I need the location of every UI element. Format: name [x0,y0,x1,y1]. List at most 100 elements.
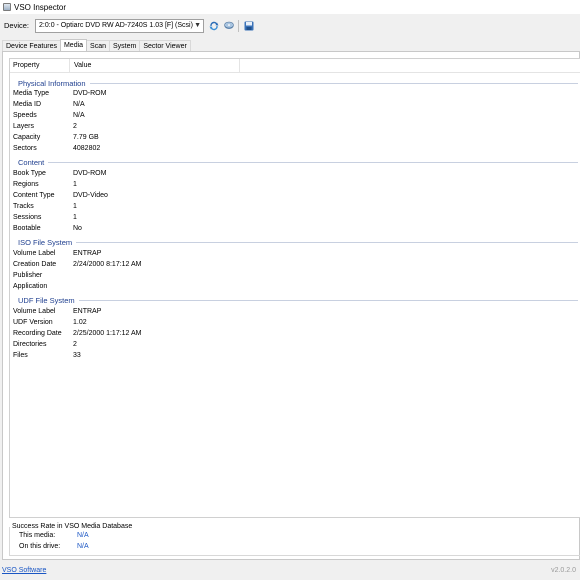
property-value: N/A [73,112,85,119]
eject-icon [223,21,234,29]
property-value: No [73,225,82,232]
property-name: Bootable [13,225,41,232]
tab-device-features[interactable]: Device Features [2,40,61,51]
column-header-value[interactable]: Value [70,59,240,72]
property-name: Sessions [13,214,42,221]
list-item[interactable]: Volume Label ENTRAP [13,308,273,315]
property-value: DVD-ROM [73,170,107,177]
list-item[interactable]: Tracks 1 [13,203,273,210]
list-item[interactable]: Capacity 7.79 GB [13,134,273,141]
property-value: 2 [73,341,77,348]
success-rate-label: On this drive: [19,543,61,550]
property-name: Directories [13,341,47,348]
property-name: Content Type [13,192,55,199]
property-name: Capacity [13,134,41,141]
device-select-value: 2:0:0 - Optiarc DVD RW AD-7240S 1.03 [F]… [39,22,193,29]
tab-scan[interactable]: Scan [86,40,111,51]
property-name: Tracks [13,203,34,210]
property-value: 2/25/2000 1:17:12 AM [73,330,142,337]
list-header: Property Value [10,59,580,73]
property-name: Media ID [13,101,42,108]
eject-button[interactable] [223,20,234,31]
list-item[interactable]: Files 33 [13,352,273,359]
property-value [73,272,273,279]
list-item[interactable]: Directories 2 [13,341,273,348]
list-item[interactable]: Recording Date 2/25/2000 1:17:12 AM [13,330,273,337]
status-bar: VSO Software v2.0.2.0 [0,562,580,578]
property-name: Speeds [13,112,37,119]
tab-system[interactable]: System [109,40,141,51]
property-value: DVD-ROM [73,90,107,97]
list-item[interactable]: Bootable No [13,225,273,232]
group-header-iso-file-system: ISO File System [18,238,578,247]
property-value: 7.79 GB [73,134,99,141]
toolbar-separator [238,19,240,32]
list-item[interactable]: Content Type DVD-Video [13,192,273,199]
list-item[interactable]: Publisher [13,272,273,279]
list-item[interactable]: Sectors 4082802 [13,145,273,152]
property-name: Application [13,283,48,290]
property-name: Regions [13,181,39,188]
property-value [73,283,273,290]
property-name: UDF Version [13,319,53,326]
success-rate-value[interactable]: N/A [77,532,89,539]
tab-sector-viewer[interactable]: Sector Viewer [139,40,191,51]
save-icon [244,21,254,30]
property-name: Layers [13,123,35,130]
list-item[interactable]: Volume Label ENTRAP [13,250,273,257]
list-item[interactable]: Speeds N/A [13,112,273,119]
success-rate-group: Success Rate in VSO Media Database This … [9,523,580,556]
property-value: 4082802 [73,145,101,152]
group-header-physical-information: Physical Information [18,79,578,88]
property-value: 2 [73,123,77,130]
list-item[interactable]: Creation Date 2/24/2000 8:17:12 AM [13,261,273,268]
vso-software-link[interactable]: VSO Software [2,567,46,574]
property-value: N/A [73,101,85,108]
window-title: VSO Inspector [14,2,67,12]
property-name: Creation Date [13,261,57,268]
property-value: 1 [73,203,77,210]
refresh-icon [209,21,219,30]
property-name: Volume Label [13,250,56,257]
property-value: 2/24/2000 8:17:12 AM [73,261,142,268]
save-button[interactable] [243,20,254,31]
success-rate-this-drive: On this drive: N/A [19,543,89,550]
property-name: Files [13,352,28,359]
device-select[interactable]: 2:0:0 - Optiarc DVD RW AD-7240S 1.03 [F]… [35,18,205,33]
property-name: Media Type [13,90,50,97]
list-item[interactable]: Layers 2 [13,123,273,130]
device-toolbar: Device: 2:0:0 - Optiarc DVD RW AD-7240S … [0,14,580,37]
property-value: DVD-Video [73,192,108,199]
property-name: Book Type [13,170,46,177]
media-panel: Property Value Physical Information Medi… [2,51,580,560]
property-value: ENTRAP [73,308,102,315]
success-rate-label: This media: [19,532,56,539]
property-list[interactable]: Property Value Physical Information Medi… [9,58,580,518]
success-rate-value[interactable]: N/A [77,543,89,550]
property-name: Volume Label [13,308,56,315]
group-title: ISO File System [18,238,73,247]
chevron-down-icon[interactable]: ▼ [194,22,201,29]
success-rate-frame [9,527,580,556]
device-label: Device: [4,21,30,30]
list-item[interactable]: Regions 1 [13,181,273,188]
list-item[interactable]: Media ID N/A [13,101,273,108]
list-item[interactable]: Sessions 1 [13,214,273,221]
property-name: Recording Date [13,330,62,337]
list-item[interactable]: UDF Version 1.02 [13,319,273,326]
list-item[interactable]: Media Type DVD-ROM [13,90,273,97]
property-value: ENTRAP [73,250,102,257]
list-item[interactable]: Book Type DVD-ROM [13,170,273,177]
tab-media[interactable]: Media [59,39,88,51]
column-header-property[interactable]: Property [10,59,70,72]
list-item[interactable]: Application [13,283,273,290]
group-header-udf-file-system: UDF File System [18,296,578,305]
success-rate-title: Success Rate in VSO Media Database [12,523,136,530]
property-value: 1 [73,214,77,221]
group-title: Physical Information [18,79,86,88]
title-bar: VSO Inspector [0,0,580,14]
property-value: 1.02 [73,319,87,326]
version-label: v2.0.2.0 [551,566,576,574]
group-header-content: Content [18,158,578,167]
refresh-button[interactable] [208,20,219,31]
